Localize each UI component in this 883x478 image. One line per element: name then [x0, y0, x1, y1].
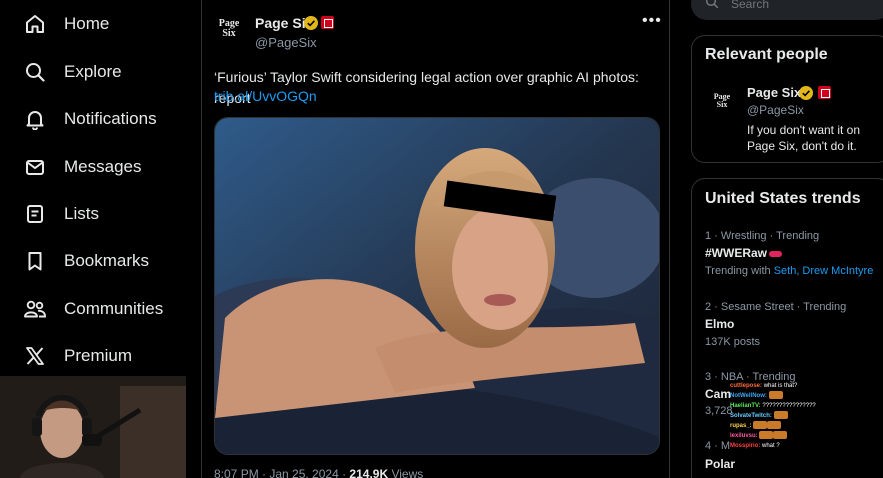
relevant-people-title: Relevant people	[705, 46, 828, 63]
relevant-person-bio: If you don't want it on Page Six, don't …	[747, 123, 861, 153]
nav-bookmarks-label: Bookmarks	[64, 251, 150, 270]
nav-explore[interactable]: Explore	[22, 54, 122, 90]
chat-username: NotWellNow:	[730, 393, 767, 399]
chat-username: cuttlepose:	[730, 383, 763, 389]
emote-icon	[753, 421, 768, 430]
author-handle[interactable]: @PageSix	[255, 35, 317, 50]
chat-username: Mosspirio:	[730, 443, 761, 449]
emote-icon	[773, 431, 788, 440]
emote-icon	[773, 411, 788, 420]
chat-line: Mosspirio: what ?	[730, 441, 883, 451]
envelope-icon	[22, 154, 48, 180]
tweet-views-label: Views	[388, 467, 424, 478]
nav-communities-label: Communities	[64, 299, 164, 318]
trend-1-extra-prefix: Trending with	[705, 265, 774, 277]
nav-home-label: Home	[64, 14, 110, 33]
relevant-affiliate-badge-icon	[818, 86, 831, 99]
nav-explore-label: Explore	[64, 62, 122, 81]
trend-3-extra: 3,728	[705, 405, 733, 417]
nav-premium[interactable]: Premium	[22, 338, 132, 374]
tweet-meta: 8:07 PM · Jan 25, 2024 · 214.9K Views	[214, 467, 423, 478]
more-options-icon[interactable]: •••	[642, 12, 662, 30]
nav-notifications[interactable]: Notifications	[22, 101, 157, 137]
search-box[interactable]: Search	[691, 0, 883, 20]
search-icon	[705, 0, 719, 14]
chat-line: cuttlepose: what is that?	[730, 381, 883, 391]
nav-notifications-label: Notifications	[64, 109, 157, 128]
trend-1-extra: Trending with Seth, Drew McIntyre	[705, 265, 873, 277]
trend-2-extra: 137K posts	[705, 336, 761, 348]
tweet-image[interactable]	[214, 117, 660, 455]
chat-username: lexiluvsu:	[730, 433, 758, 439]
author-avatar[interactable]: Page Six	[215, 19, 243, 45]
bookmark-icon	[22, 248, 48, 274]
trends-title: United States trends	[705, 190, 861, 207]
streamer-video	[0, 376, 186, 478]
bell-icon	[22, 106, 48, 132]
tweet-time[interactable]: 8:07 PM · Jan 25, 2024 ·	[214, 467, 349, 478]
chat-line: NotWellNow:	[730, 391, 883, 401]
affiliate-badge-icon	[321, 16, 334, 29]
relevant-person-avatar[interactable]: Page Six	[711, 93, 733, 109]
nav-bookmarks[interactable]: Bookmarks	[22, 243, 149, 279]
x-logo-icon	[22, 343, 48, 369]
chat-username: SolvateTwitch:	[730, 413, 772, 419]
search-icon	[22, 59, 48, 85]
chat-username: rupas_:	[730, 423, 752, 429]
tweet-photo	[215, 118, 659, 454]
search-placeholder[interactable]: Search	[731, 0, 769, 11]
trend-3-name[interactable]: Cam	[705, 387, 731, 401]
trend-2-meta: 2 · Sesame Street · Trending	[705, 301, 847, 313]
trend-1-name[interactable]: #WWERaw	[705, 246, 783, 260]
tweet-link[interactable]: trib.al/UvvOGQn	[214, 88, 317, 104]
chat-message: ????????????????	[762, 403, 816, 409]
relevant-person-name[interactable]: Page Six	[747, 85, 801, 100]
trend-1-meta: 1 · Wrestling · Trending	[705, 230, 820, 242]
emote-icon	[768, 391, 783, 400]
chat-line: HaelianTV: ????????????????	[730, 401, 883, 411]
stream-chat-overlay: cuttlepose: what is that? NotWellNow: Ha…	[730, 381, 883, 478]
nav-home[interactable]: Home	[22, 6, 109, 42]
list-icon	[22, 201, 48, 227]
nav-communities[interactable]: Communities	[22, 291, 163, 327]
nav-messages-label: Messages	[64, 157, 142, 176]
relevant-person-handle: @PageSix	[747, 103, 804, 117]
verified-badge-icon	[304, 16, 318, 30]
trend-2-name[interactable]: Elmo	[705, 317, 734, 331]
tweet-views-count: 214.9K	[349, 467, 389, 478]
chat-line: rupas_:	[730, 421, 883, 431]
people-icon	[22, 296, 48, 322]
nav-lists[interactable]: Lists	[22, 196, 99, 232]
chat-username: HaelianTV:	[730, 403, 761, 409]
nav-lists-label: Lists	[64, 204, 99, 223]
trend-1-related-links[interactable]: Seth, Drew McIntyre	[774, 265, 874, 277]
nav-premium-label: Premium	[64, 346, 133, 365]
tweet[interactable]: Page Six Page Six @PageSix ••• ‘Furious’…	[202, 0, 669, 478]
trend-1-name-text: #WWERaw	[705, 246, 768, 260]
home-icon	[22, 11, 48, 37]
chat-line: lexiluvsu:	[730, 431, 883, 441]
chat-message: what is that?	[763, 383, 798, 389]
relevant-verified-badge-icon	[799, 86, 813, 100]
wwe-emoji-icon	[769, 250, 783, 257]
nav-messages[interactable]: Messages	[22, 149, 141, 185]
column-divider-right	[669, 0, 670, 478]
trend-4-meta: 4 · M	[705, 440, 731, 452]
chat-message: what ?	[762, 443, 780, 449]
chat-line: SolvateTwitch:	[730, 411, 883, 421]
emote-icon	[759, 431, 774, 440]
emote-icon	[767, 421, 782, 430]
webcam-overlay	[0, 376, 186, 478]
